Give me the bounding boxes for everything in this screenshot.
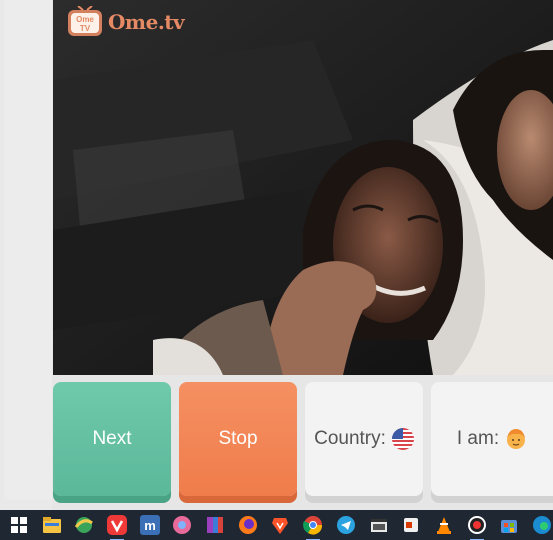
video-frame xyxy=(53,0,553,375)
country-selector-button[interactable]: Country: xyxy=(305,382,423,496)
video-stream xyxy=(53,0,553,375)
stop-button-label: Stop xyxy=(218,428,258,449)
chromium-icon[interactable] xyxy=(172,514,194,536)
control-bar: Next Stop Country: I am: xyxy=(52,378,553,508)
next-button-label: Next xyxy=(92,428,132,449)
windows-taskbar: m xyxy=(0,510,553,540)
recorder-icon[interactable] xyxy=(466,514,488,540)
windows-start-icon[interactable] xyxy=(8,514,30,536)
file-explorer-icon[interactable] xyxy=(41,514,63,536)
vlc-icon[interactable] xyxy=(433,514,455,536)
tv-badge-icon: Ome TV xyxy=(66,5,104,38)
stop-button[interactable]: Stop xyxy=(179,382,297,496)
network-icon[interactable] xyxy=(73,514,95,536)
svg-text:m: m xyxy=(144,518,156,533)
badge-top-text: Ome xyxy=(76,15,94,24)
logo-text: Ome.tv xyxy=(108,10,185,34)
chrome-icon[interactable] xyxy=(302,514,324,540)
vivaldi-icon[interactable] xyxy=(106,514,128,540)
left-gutter xyxy=(0,0,52,510)
video-editor-icon[interactable] xyxy=(368,514,390,536)
omegle-tv-logo: Ome TV Ome.tv xyxy=(66,5,185,38)
archive-icon[interactable] xyxy=(204,514,226,536)
brave-icon[interactable] xyxy=(270,514,292,536)
store-icon[interactable] xyxy=(499,514,521,536)
badge-bottom-text: TV xyxy=(80,24,91,33)
gender-selector-button[interactable]: I am: xyxy=(431,382,553,496)
edge-icon[interactable] xyxy=(531,514,553,536)
firefox-icon[interactable] xyxy=(237,514,259,536)
iam-label: I am: xyxy=(456,428,500,449)
us-flag-icon xyxy=(391,428,414,450)
app-m-icon[interactable]: m xyxy=(139,514,161,536)
person-avatar-icon xyxy=(505,428,527,450)
page-background: Ome TV Ome.tv Next Stop Country: I am: xyxy=(0,0,553,510)
country-label: Country: xyxy=(314,428,386,449)
telegram-icon[interactable] xyxy=(335,514,357,536)
next-button[interactable]: Next xyxy=(53,382,171,496)
office-icon[interactable] xyxy=(400,514,422,536)
